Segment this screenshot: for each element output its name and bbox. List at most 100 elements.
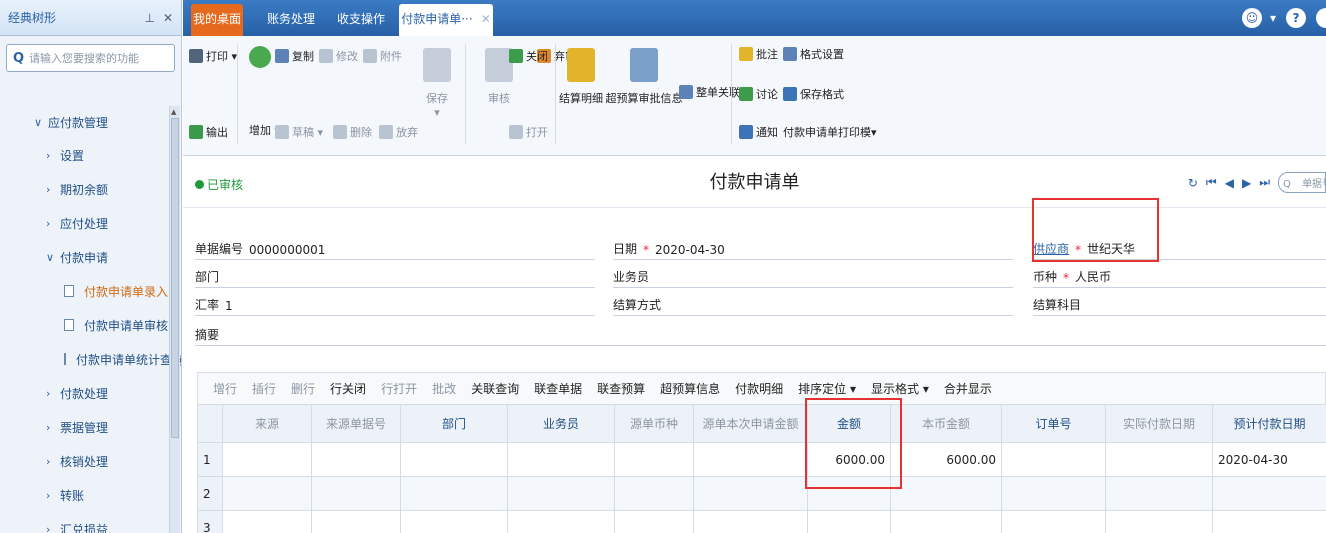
sidebar-scrollbar[interactable]: ▲	[169, 106, 180, 533]
column-header[interactable]: 实际付款日期	[1105, 404, 1213, 443]
delete-row-button[interactable]: 删行	[291, 380, 315, 397]
currency-field[interactable]: 币种 * 人民币	[1033, 264, 1326, 288]
tree-item[interactable]: 付款申请单统计查询	[0, 342, 181, 376]
record-nav: ↻ ⏮ ◀ ▶ ⏭ Q 单据号	[1180, 172, 1326, 193]
tab-receipts[interactable]: 收支操作	[331, 4, 391, 36]
date-field[interactable]: 日期 * 2020-04-30	[613, 236, 1013, 260]
chevron-down-icon: ∨	[34, 115, 43, 129]
save-format-button[interactable]: 保存格式	[783, 86, 844, 102]
print-template-select[interactable]: 付款申请单打印模▾	[783, 124, 877, 140]
overbudget-info-button[interactable]: 超预算审批信息	[603, 44, 685, 124]
scroll-up-icon[interactable]: ▲	[171, 108, 176, 116]
user-icon[interactable]: ☺	[1241, 8, 1262, 28]
column-header[interactable]: 来源	[222, 404, 312, 443]
tree-item[interactable]: ∨ 应付款管理	[0, 106, 168, 138]
discuss-button[interactable]: 讨论	[739, 86, 778, 102]
table-row[interactable]: 3	[197, 510, 1326, 533]
tree-item[interactable]: › 应付处理	[0, 206, 168, 240]
chevron-right-icon: ›	[46, 488, 51, 502]
settle-method-field[interactable]: 结算方式	[613, 292, 1013, 316]
print-button[interactable]: 打印 ▾	[189, 48, 237, 64]
tab-home[interactable]: 我的桌面	[191, 4, 243, 36]
settle-subject-field[interactable]: 结算科目	[1033, 292, 1326, 316]
save-icon	[783, 87, 797, 101]
sort-button[interactable]: 排序定位 ▾	[798, 380, 856, 397]
table-row[interactable]: 2	[197, 476, 1326, 511]
tree-item[interactable]: › 期初余额	[0, 172, 168, 206]
query-budget-button[interactable]: 联查预算	[597, 380, 645, 397]
scroll-thumb[interactable]	[171, 118, 179, 438]
annotate-button[interactable]: 批注	[739, 46, 778, 62]
column-header[interactable]: 订单号	[1001, 404, 1106, 443]
save-button[interactable]: 保存 ▾	[413, 44, 461, 124]
tree-item[interactable]: › 票据管理	[0, 410, 168, 444]
search-input[interactable]: Q 请输入您要搜索的功能	[6, 44, 175, 72]
help-icon[interactable]: ?	[1286, 8, 1306, 28]
clerk-field[interactable]: 业务员	[613, 264, 1013, 288]
tab-accounting[interactable]: 账务处理	[261, 4, 321, 36]
tree-item[interactable]: › 核销处理	[0, 444, 168, 478]
query-doc-button[interactable]: 联查单据	[534, 380, 582, 397]
assoc-query-button[interactable]: 关联查询	[471, 380, 519, 397]
doc-search-input[interactable]: Q 单据号	[1278, 172, 1326, 193]
doc-no-field[interactable]: 单据编号 0000000001	[195, 236, 595, 260]
add-icon-wrap[interactable]	[249, 46, 274, 68]
lock-icon	[509, 49, 523, 63]
next-icon[interactable]: ▶	[1242, 176, 1251, 190]
delete-button[interactable]: 删除	[333, 124, 372, 140]
payment-detail-button[interactable]: 付款明细	[735, 380, 783, 397]
output-button[interactable]: 输出	[189, 124, 228, 140]
open-row-button[interactable]: 行打开	[381, 380, 417, 397]
tree-item[interactable]: › 付款处理	[0, 376, 168, 410]
tree-item[interactable]: 付款申请单审核	[0, 308, 168, 342]
draft-button[interactable]: 草稿 ▾	[275, 124, 323, 140]
column-header[interactable]: 源单币种	[614, 404, 694, 443]
sidebar-title: 经典树形	[8, 11, 57, 25]
pin-icon[interactable]: ⊥	[144, 11, 154, 25]
merge-display-button[interactable]: 合并显示	[944, 380, 992, 397]
attach-button[interactable]: 附件	[363, 48, 402, 64]
refresh-icon[interactable]: ↻	[1188, 176, 1198, 190]
detail-table: 来源 来源单据号 部门 业务员 源单币种 源单本次申请金额 金额 本币金额 订单…	[197, 404, 1326, 533]
chevron-right-icon: ›	[46, 386, 51, 400]
modify-button[interactable]: 修改	[319, 48, 358, 64]
insert-row-button[interactable]: 插行	[252, 380, 276, 397]
column-header[interactable]: 业务员	[507, 404, 615, 443]
overbudget-button[interactable]: 超预算信息	[660, 380, 720, 397]
table-row[interactable]: 1 6000.00 6000.00 2020-04-30	[197, 442, 1326, 477]
rate-field[interactable]: 汇率 1	[195, 292, 595, 316]
add-row-button[interactable]: 增行	[213, 380, 237, 397]
format-settings-button[interactable]: 格式设置	[783, 46, 844, 62]
tree-item[interactable]: ∨ 付款申请	[0, 240, 168, 274]
search-icon[interactable]	[1316, 8, 1326, 28]
close-button[interactable]: 关闭	[509, 48, 548, 64]
copy-button[interactable]: 复制	[275, 48, 314, 64]
column-header[interactable]: 源单本次申请金额	[693, 404, 808, 443]
tree-item[interactable]: › 设置	[0, 138, 168, 172]
column-header[interactable]: 部门	[400, 404, 508, 443]
dept-field[interactable]: 部门	[195, 264, 595, 288]
close-icon[interactable]: ✕	[163, 11, 173, 25]
open-button[interactable]: 打开	[509, 124, 548, 140]
tree-item[interactable]: › 汇兑损益	[0, 512, 168, 533]
column-header[interactable]: 预计付款日期	[1212, 404, 1326, 443]
tab-payment-request[interactable]: 付款申请单··· ✕	[399, 4, 493, 36]
summary-field[interactable]: 摘要	[195, 322, 1326, 346]
last-icon[interactable]: ⏭	[1259, 175, 1270, 190]
tree-item-selected[interactable]: 付款申请单录入	[0, 274, 168, 308]
batch-edit-button[interactable]: 批改	[432, 380, 456, 397]
display-format-button[interactable]: 显示格式 ▾	[871, 380, 929, 397]
close-icon[interactable]: ✕	[481, 12, 491, 26]
column-header[interactable]: 本币金额	[890, 404, 1002, 443]
close-row-button[interactable]: 行关闭	[330, 380, 366, 397]
dropdown-icon[interactable]: ▾	[1270, 11, 1276, 25]
prev-icon[interactable]: ◀	[1225, 176, 1234, 190]
chevron-right-icon: ›	[46, 522, 51, 533]
first-icon[interactable]: ⏮	[1206, 175, 1217, 190]
column-header[interactable]: 来源单据号	[311, 404, 401, 443]
sidebar-header: 经典树形 ⊥ ✕	[0, 0, 181, 36]
tree-item[interactable]: › 转账	[0, 478, 168, 512]
notify-button[interactable]: 通知	[739, 124, 778, 140]
settle-detail-button[interactable]: 结算明细	[557, 44, 605, 124]
abandon-button[interactable]: 放弃	[379, 124, 418, 140]
